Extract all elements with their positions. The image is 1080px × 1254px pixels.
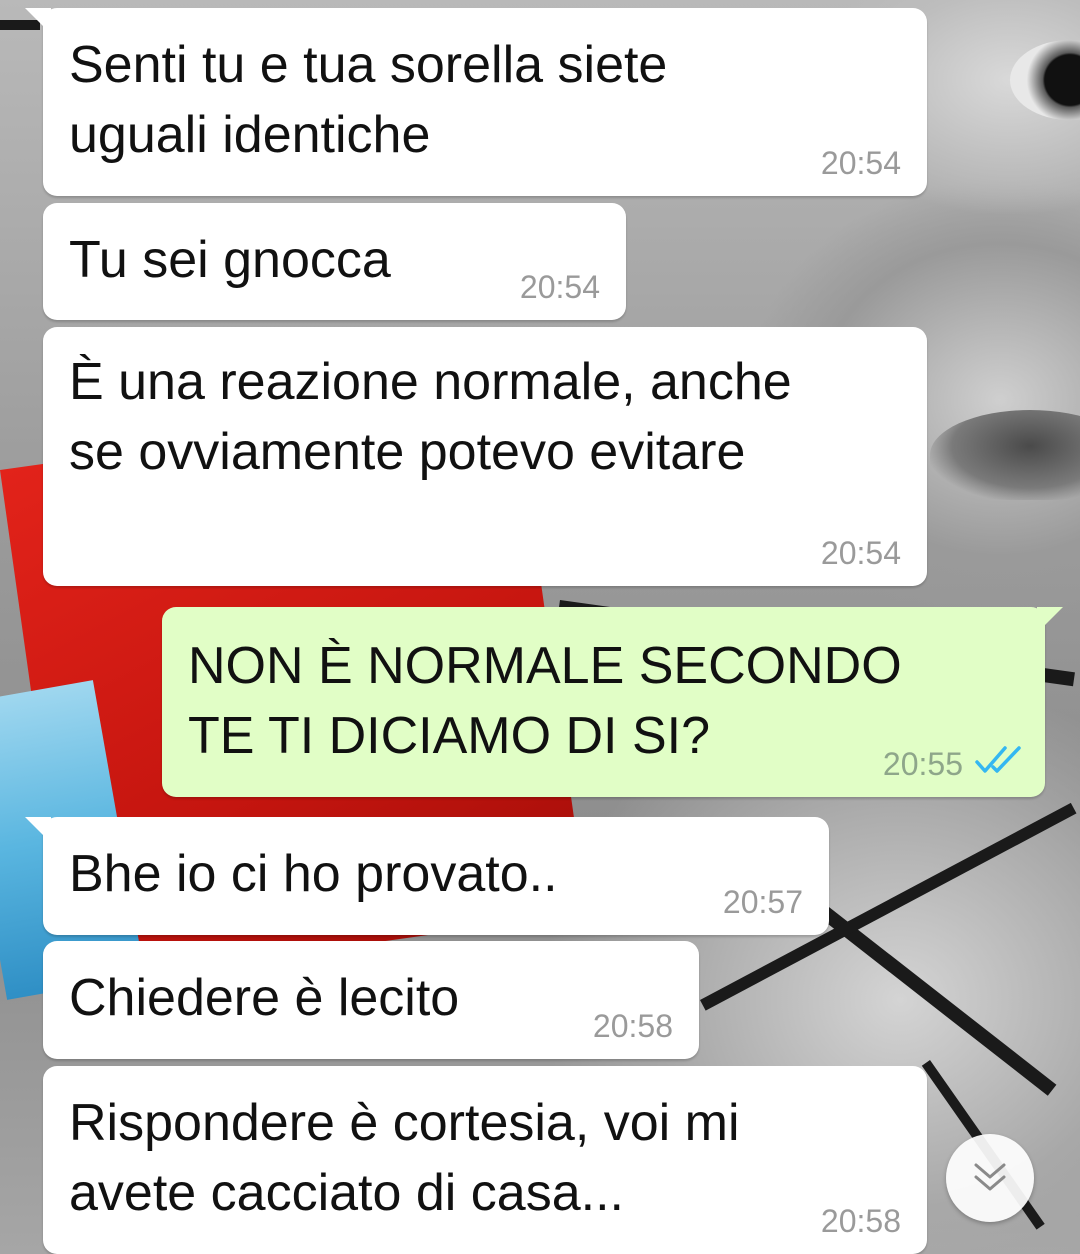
bubble-tail: [25, 8, 51, 34]
wallpaper-lips: [930, 410, 1080, 500]
message-bubble-incoming[interactable]: Chiedere è lecito 20:58: [43, 941, 699, 1059]
message-text: NON È NORMALE SECONDO TE TI DICIAMO DI S…: [188, 637, 902, 765]
message-bubble-outgoing[interactable]: NON È NORMALE SECONDO TE TI DICIAMO DI S…: [162, 607, 1063, 797]
message-text: Senti tu e tua sorella siete uguali iden…: [69, 36, 668, 164]
message-time: 20:54: [820, 145, 901, 181]
double-chevron-down-icon: [974, 1163, 1006, 1191]
double-check-icon: [975, 746, 1021, 773]
message-bubble-incoming[interactable]: È una reazione normale, anche se ovviame…: [43, 327, 927, 586]
message-bubble-incoming[interactable]: Bhe io ci ho provato.. 20:57: [25, 817, 829, 935]
scroll-to-bottom-button[interactable]: [946, 1134, 1034, 1222]
message-time: 20:58: [592, 1008, 673, 1044]
message-time: 20:54: [519, 269, 600, 305]
message-bubble-incoming[interactable]: Rispondere è cortesia, voi mi avete cacc…: [43, 1066, 927, 1254]
wallpaper-eye: [1010, 40, 1080, 120]
message-text: Tu sei gnocca: [69, 231, 391, 289]
message-text: Bhe io ci ho provato..: [69, 845, 558, 903]
message-time: 20:55: [882, 746, 963, 782]
message-text: È una reazione normale, anche se ovviame…: [69, 353, 792, 481]
message-time: 20:58: [820, 1203, 901, 1239]
message-time: 20:57: [722, 884, 803, 920]
message-time: 20:54: [820, 535, 901, 571]
message-bubble-incoming[interactable]: Senti tu e tua sorella siete uguali iden…: [25, 8, 927, 196]
bubble-tail: [25, 817, 51, 843]
bubble-tail: [1037, 607, 1063, 633]
message-bubble-incoming[interactable]: Tu sei gnocca 20:54: [43, 203, 626, 320]
message-text: Rispondere è cortesia, voi mi avete cacc…: [69, 1094, 740, 1222]
message-text: Chiedere è lecito: [69, 969, 460, 1027]
